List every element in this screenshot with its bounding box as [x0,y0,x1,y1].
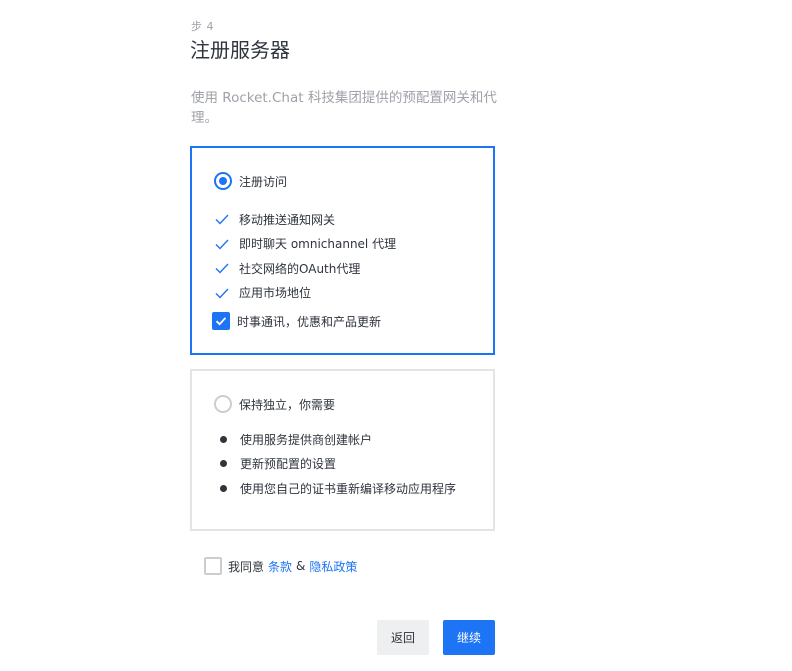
feature-label: 应用市场地位 [239,286,312,301]
registered-access-card[interactable]: 注册访问 移动推送通知网关 即时聊天 omnichannel 代理 社交网络的O… [190,146,495,355]
standalone-card[interactable]: 保持独立，你需要 使用服务提供商创建帐户 更新预配置的设置 使用您自己的证书重新… [190,369,495,531]
standalone-radio-row[interactable]: 保持独立，你需要 [214,395,335,413]
check-icon [215,288,229,299]
agreement-checkbox[interactable] [204,557,222,575]
step-label: 步 4 [191,20,214,33]
feature-label: 移动推送通知网关 [239,212,336,227]
terms-link[interactable]: 条款 [268,558,292,575]
check-icon [215,214,229,225]
check-icon [215,239,229,250]
agreement-row: 我同意 条款 & 隐私政策 [204,557,357,575]
requirement-label: 使用您自己的证书重新编译移动应用程序 [240,481,457,496]
registered-access-radio-row[interactable]: 注册访问 [214,172,287,190]
feature-item: 移动推送通知网关 [214,207,396,232]
bullet-icon [220,435,227,443]
page-title: 注册服务器 [190,38,290,62]
page-description: 使用 Rocket.Chat 科技集团提供的预配置网关和代理。 [191,90,497,126]
registered-feature-list: 移动推送通知网关 即时聊天 omnichannel 代理 社交网络的OAuth代… [214,207,396,305]
feature-label: 社交网络的OAuth代理 [239,261,361,276]
continue-button[interactable]: 继续 [443,620,495,655]
feature-item: 应用市场地位 [214,281,396,306]
checkmark-icon [215,317,227,326]
feature-item: 即时聊天 omnichannel 代理 [214,232,396,257]
bullet-icon [220,484,227,492]
requirement-item: 使用您自己的证书重新编译移动应用程序 [220,476,456,501]
feature-item: 社交网络的OAuth代理 [214,256,396,281]
requirement-label: 使用服务提供商创建帐户 [240,432,373,447]
back-button[interactable]: 返回 [377,620,429,655]
agreement-prefix: 我同意 [228,559,265,574]
requirement-label: 更新预配置的设置 [240,457,337,472]
newsletter-checkbox[interactable] [212,312,230,330]
newsletter-label: 时事通讯，优惠和产品更新 [237,314,382,329]
standalone-requirement-list: 使用服务提供商创建帐户 更新预配置的设置 使用您自己的证书重新编译移动应用程序 [220,427,456,501]
registered-access-radio[interactable] [214,172,232,190]
bullet-icon [220,460,227,468]
agreement-ampersand: & [296,559,306,573]
newsletter-row[interactable]: 时事通讯，优惠和产品更新 [212,312,381,330]
privacy-policy-link[interactable]: 隐私政策 [309,558,357,575]
requirement-item: 更新预配置的设置 [220,452,456,477]
feature-label: 即时聊天 omnichannel 代理 [239,237,397,252]
standalone-radio[interactable] [214,395,232,413]
check-icon [215,263,229,274]
registered-access-label: 注册访问 [239,174,288,189]
standalone-label: 保持独立，你需要 [239,397,336,412]
requirement-item: 使用服务提供商创建帐户 [220,427,456,452]
